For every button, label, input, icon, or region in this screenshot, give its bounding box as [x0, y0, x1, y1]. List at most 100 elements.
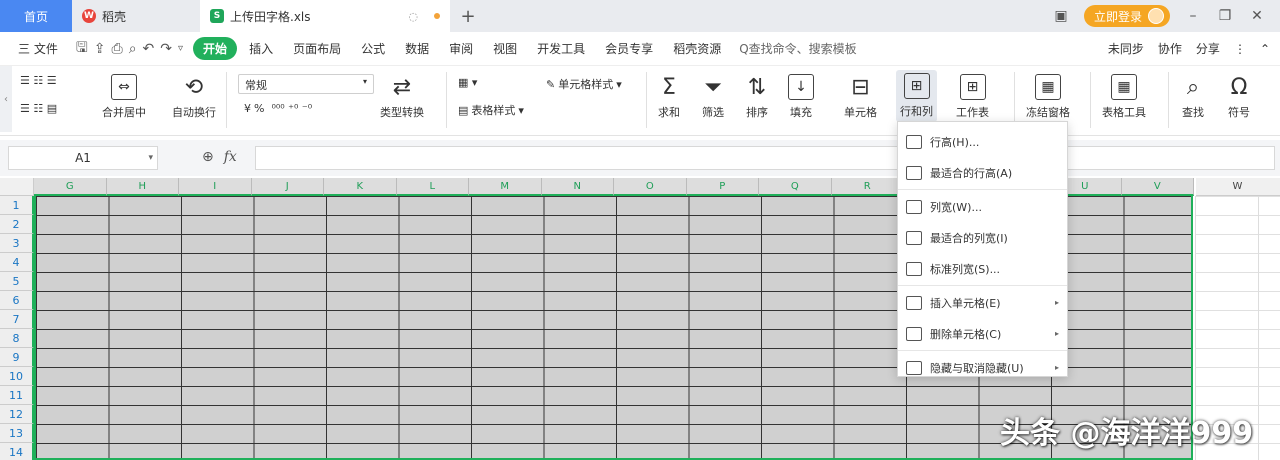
avatar [1148, 8, 1164, 24]
freeze-label: 冻结窗格 [1026, 106, 1070, 119]
menu-item[interactable]: 行高(H)... [898, 126, 1067, 157]
table-icon-button[interactable]: ▦ ▾ [458, 76, 477, 89]
freeze-button[interactable]: ▦ 冻结窗格 [1026, 74, 1070, 120]
row-header[interactable]: 5 [0, 272, 34, 291]
command-search[interactable]: Q查找命令、搜索模板 [739, 40, 856, 57]
new-tab-button[interactable]: + [450, 0, 486, 32]
type-convert-button[interactable]: ⇄ 类型转换 [380, 74, 424, 120]
menu-insert[interactable]: 插入 [241, 37, 281, 60]
menu-formula[interactable]: 公式 [353, 37, 393, 60]
formula-input[interactable] [255, 146, 1275, 170]
menu-item[interactable]: 列宽(W)... [898, 191, 1067, 222]
row-header[interactable]: 2 [0, 215, 34, 234]
menu-home[interactable]: 开始 [193, 37, 238, 60]
column-header[interactable]: Q [759, 178, 832, 196]
menu-page-layout[interactable]: 页面布局 [285, 37, 349, 60]
row-header[interactable]: 8 [0, 329, 34, 348]
menu-item[interactable]: 删除单元格(C) ▸ [898, 318, 1067, 349]
tab-document[interactable]: S 上传田字格.xls ◌ [200, 0, 450, 32]
sheet-button[interactable]: ⊞ 工作表 [956, 74, 989, 120]
menu-developer[interactable]: 开发工具 [529, 37, 593, 60]
close-icon[interactable]: ✕ [1248, 8, 1266, 24]
tab-wps[interactable]: W 稻壳 [72, 0, 200, 32]
preview-icon[interactable]: ⌕ [129, 41, 137, 57]
number-format-select[interactable]: 常规 ▾ [238, 74, 374, 94]
find-button[interactable]: ⌕ 查找 [1180, 74, 1206, 120]
row-header[interactable]: 3 [0, 234, 34, 253]
restore-icon[interactable]: ❐ [1216, 8, 1234, 24]
layout-icon[interactable]: ▣ [1052, 8, 1070, 24]
merge-center-button[interactable]: ⇔ 合并居中 [102, 74, 146, 120]
row-header[interactable]: 1 [0, 196, 34, 215]
login-button[interactable]: 立即登录 [1083, 5, 1170, 27]
tab-home[interactable]: 首页 [0, 0, 72, 32]
undo-icon[interactable]: ↶ [143, 41, 155, 57]
number-format-tools[interactable]: ¥ % ⁰⁰⁰ ⁺⁰ ⁻⁰ [244, 102, 312, 115]
cell-style-button[interactable]: ✎ 单元格样式 ▾ [546, 76, 622, 92]
row-header[interactable]: 10 [0, 367, 34, 386]
menu-data[interactable]: 数据 [397, 37, 437, 60]
column-header[interactable]: R [831, 178, 904, 196]
print-icon[interactable]: ⎙ [112, 41, 123, 57]
menu-resources[interactable]: 稻壳资源 [665, 37, 729, 60]
column-header[interactable]: K [324, 178, 397, 196]
menu-item[interactable]: 最适合的列宽(I) [898, 222, 1067, 253]
collapse-ribbon-icon[interactable]: ⌃ [1260, 42, 1270, 56]
sort-button[interactable]: ⇅ 排序 [744, 74, 770, 120]
minimize-icon[interactable]: – [1184, 8, 1202, 24]
menu-item[interactable]: 隐藏与取消隐藏(U) ▸ [898, 352, 1067, 383]
fx-icon[interactable]: fx [224, 149, 237, 165]
collaborate-button[interactable]: 协作 [1158, 40, 1182, 57]
column-header[interactable]: W [1195, 178, 1280, 196]
menu-review[interactable]: 审阅 [441, 37, 481, 60]
sum-button[interactable]: Σ 求和 [656, 74, 682, 120]
table-tools-button[interactable]: ▦ 表格工具 [1102, 74, 1146, 120]
cell-button[interactable]: ⊟ 单元格 [844, 74, 877, 120]
row-header[interactable]: 11 [0, 386, 34, 405]
row-header[interactable]: 13 [0, 424, 34, 443]
more-options-icon[interactable]: ⋮ [1234, 42, 1246, 56]
menu-item[interactable]: 插入单元格(E) ▸ [898, 287, 1067, 318]
menu-item[interactable]: 最适合的行高(A) [898, 157, 1067, 188]
file-menu[interactable]: 三 文件 [10, 37, 66, 60]
sort-icon: ⇅ [747, 74, 767, 100]
wrap-text-button[interactable]: ⟲ 自动换行 [172, 74, 216, 120]
shield-icon[interactable]: ◌ [408, 10, 418, 23]
symbol-button[interactable]: Ω 符号 [1226, 74, 1252, 120]
column-header[interactable]: N [541, 178, 614, 196]
row-header[interactable]: 4 [0, 253, 34, 272]
redo-icon[interactable]: ↷ [160, 41, 172, 57]
table-style-button[interactable]: ▤ 表格样式 ▾ [458, 102, 524, 118]
cell-reference: A1 [75, 151, 91, 165]
export-icon[interactable]: ⇪ [94, 41, 106, 57]
fill-button[interactable]: ↓ 填充 [788, 74, 814, 120]
row-col-button[interactable]: ⊞ 行和列 [896, 70, 937, 122]
column-header[interactable]: O [614, 178, 687, 196]
filter-button[interactable]: ⏷ 筛选 [700, 74, 726, 120]
row-header[interactable]: 9 [0, 348, 34, 367]
select-all-corner[interactable] [0, 178, 34, 196]
name-box[interactable]: A1 ▾ [8, 146, 158, 170]
share-button[interactable]: 分享 [1196, 40, 1220, 57]
column-header[interactable]: V [1121, 178, 1194, 196]
align-left-icon[interactable]: ☰ ☷ ▤ [20, 102, 57, 115]
row-header[interactable]: 7 [0, 310, 34, 329]
row-header[interactable]: 14 [0, 443, 34, 460]
column-header[interactable]: H [106, 178, 179, 196]
column-header[interactable]: G [34, 178, 107, 196]
menu-item[interactable]: 标准列宽(S)... [898, 253, 1067, 284]
align-top-icon[interactable]: ☰ ☷ ☰ [20, 74, 57, 87]
column-header[interactable]: L [396, 178, 469, 196]
row-header[interactable]: 12 [0, 405, 34, 424]
sync-status[interactable]: 未同步 [1108, 40, 1144, 57]
column-header[interactable]: P [686, 178, 759, 196]
menu-member[interactable]: 会员专享 [597, 37, 661, 60]
column-header[interactable]: M [469, 178, 542, 196]
column-header[interactable]: I [179, 178, 252, 196]
menu-view[interactable]: 视图 [485, 37, 525, 60]
column-header[interactable]: J [251, 178, 324, 196]
zoom-icon[interactable]: ⊕ [202, 149, 214, 165]
more-icon[interactable]: ▿ [178, 43, 183, 54]
row-header[interactable]: 6 [0, 291, 34, 310]
save-icon[interactable]: 🖫 [76, 37, 88, 61]
